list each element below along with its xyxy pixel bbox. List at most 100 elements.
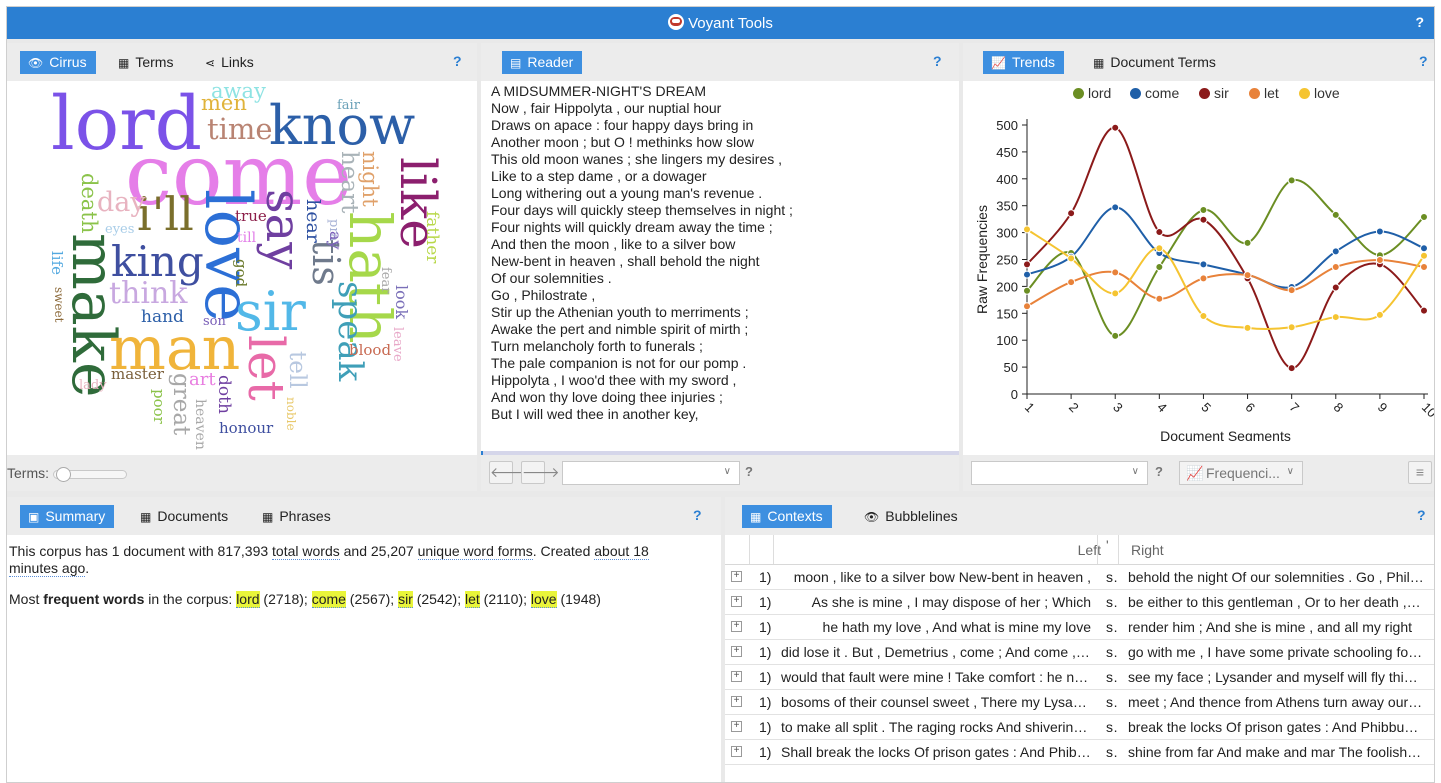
contexts-help-icon[interactable]: ?: [1417, 507, 1426, 523]
tab-bubblelines[interactable]: 👁 Bubblelines: [856, 505, 967, 528]
cloud-word-hear[interactable]: hear: [302, 199, 324, 243]
legend-item-love[interactable]: love: [1299, 85, 1340, 101]
reader-line: This old moon wanes ; she lingers my des…: [491, 151, 783, 167]
total-words-link[interactable]: total words: [272, 543, 340, 560]
legend-item-come[interactable]: come: [1130, 85, 1179, 101]
cloud-word-sweet[interactable]: sweet: [52, 287, 66, 322]
cloud-word-noble[interactable]: noble: [284, 397, 298, 431]
tab-links[interactable]: ⋖ Links: [197, 51, 263, 74]
summary-help-icon[interactable]: ?: [693, 507, 702, 523]
table-row[interactable]: +1) did lose it . But , Demetrius , come …: [725, 640, 1434, 665]
cloud-word-lady[interactable]: lady: [79, 379, 107, 392]
frequent-word-sir[interactable]: sir: [398, 591, 413, 608]
reader-line: A MIDSUMMER-NIGHT'S DREAM: [491, 83, 707, 99]
cloud-word-death[interactable]: death: [77, 173, 101, 233]
frequent-word-come[interactable]: come: [311, 591, 346, 608]
cloud-word-ay[interactable]: ay: [326, 231, 345, 250]
frequent-word-love[interactable]: love: [530, 591, 557, 608]
cloud-word-look[interactable]: look: [392, 285, 411, 319]
table-row[interactable]: +1) to make all split . The raging rocks …: [725, 715, 1434, 740]
expand-icon[interactable]: +: [731, 621, 742, 632]
chart-legend: lord come sir let love: [963, 81, 1434, 105]
cloud-word-say[interactable]: say: [255, 189, 311, 269]
cloud-word-night[interactable]: night: [358, 151, 382, 207]
terms-slider[interactable]: [53, 467, 127, 482]
previous-button[interactable]: 🡐: [489, 461, 528, 484]
tab-trends[interactable]: 📈 Trends: [983, 51, 1065, 74]
tab-document-terms[interactable]: ▦ Document Terms: [1085, 51, 1225, 74]
table-row[interactable]: +1) moon , like to a silver bow New-bent …: [725, 565, 1434, 590]
cloud-word-son[interactable]: son: [203, 315, 226, 328]
header-right[interactable]: Right: [1131, 542, 1164, 558]
legend-item-sir[interactable]: sir: [1199, 85, 1229, 101]
tab-documents[interactable]: ▦ Documents: [132, 505, 237, 528]
cloud-word-day[interactable]: day: [97, 189, 146, 216]
frequencies-select[interactable]: 📈 Frequenci... ∨: [1179, 461, 1303, 485]
header-term[interactable]: ': [1106, 537, 1109, 553]
table-row[interactable]: +1) As she is mine , I may dispose of her…: [725, 590, 1434, 615]
table-row[interactable]: +1) would that fault were mine ! Take com…: [725, 665, 1434, 690]
cloud-word-heart[interactable]: heart: [336, 151, 362, 213]
legend-item-let[interactable]: let: [1249, 85, 1279, 101]
data-point-let: [1067, 278, 1076, 287]
tab-phrases[interactable]: ▦ Phrases: [254, 505, 340, 528]
cloud-word-fear[interactable]: fear: [378, 267, 393, 293]
table-row[interactable]: +1) Shall break the locks Of prison gates…: [725, 740, 1434, 765]
cloud-word-speak[interactable]: speak: [330, 281, 370, 381]
tab-summary[interactable]: ▣ Summary: [20, 505, 115, 528]
cloud-word-master[interactable]: master: [111, 367, 164, 382]
tab-terms[interactable]: ▦ Terms: [110, 51, 182, 74]
data-point-lord: [1243, 238, 1252, 247]
y-tick-label: 450: [996, 145, 1018, 160]
menu-button[interactable]: ≡: [1408, 461, 1432, 484]
legend-item-lord[interactable]: lord: [1073, 85, 1111, 101]
expand-icon[interactable]: +: [731, 721, 742, 732]
reader-select-help[interactable]: ?: [745, 464, 753, 479]
cloud-word-life[interactable]: life: [48, 251, 66, 275]
expand-icon[interactable]: +: [731, 746, 742, 757]
cloud-word-great[interactable]: great: [168, 373, 194, 435]
data-point-love: [1331, 313, 1340, 322]
next-button[interactable]: 🡒: [521, 461, 560, 484]
trends-help-icon[interactable]: ?: [1419, 53, 1428, 69]
cloud-word-time[interactable]: time: [207, 115, 273, 144]
cirrus-help-icon[interactable]: ?: [453, 53, 462, 69]
table-row[interactable]: +1) bosoms of their counsel sweet , There…: [725, 690, 1434, 715]
cloud-word-sir[interactable]: sir: [235, 285, 306, 339]
reader-help-icon[interactable]: ?: [933, 53, 942, 69]
row-right-context: go with me , I have some private schooli…: [1128, 644, 1424, 660]
table-row[interactable]: +1) he hath my love , And what is mine my…: [725, 615, 1434, 640]
cloud-word-doth[interactable]: doth: [214, 375, 234, 414]
cloud-word-think[interactable]: think: [109, 279, 187, 309]
frequent-word-let[interactable]: let: [464, 591, 480, 608]
legend-swatch: [1249, 88, 1260, 99]
expand-icon[interactable]: +: [731, 696, 742, 707]
cloud-word-fair[interactable]: fair: [337, 99, 360, 112]
cloud-word-leave[interactable]: leave: [390, 327, 405, 362]
unique-words-link[interactable]: unique word forms: [417, 543, 533, 560]
frequent-word-lord[interactable]: lord: [236, 591, 260, 608]
reader-document-select[interactable]: ∨: [562, 461, 740, 485]
cloud-word-father[interactable]: father: [422, 211, 442, 263]
row-term: sh: [1106, 569, 1118, 585]
expand-icon[interactable]: +: [731, 596, 742, 607]
tab-contexts[interactable]: ▦ Contexts: [742, 505, 832, 528]
cloud-word-till[interactable]: till: [237, 231, 256, 245]
trends-select-help[interactable]: ?: [1155, 464, 1163, 479]
app-help-button[interactable]: ?: [1415, 14, 1424, 30]
cloud-word-poor[interactable]: poor: [150, 389, 168, 424]
cloud-word-heaven[interactable]: heaven: [192, 399, 208, 450]
expand-icon[interactable]: +: [731, 571, 742, 582]
terms-slider-thumb[interactable]: [56, 467, 71, 482]
cloud-word-honour[interactable]: honour: [219, 421, 273, 436]
cloud-word-away[interactable]: away: [211, 81, 266, 102]
expand-icon[interactable]: +: [731, 646, 742, 657]
tab-reader[interactable]: ▤ Reader: [502, 51, 583, 74]
trends-term-select[interactable]: ∨: [971, 461, 1148, 485]
cloud-word-blood[interactable]: blood: [349, 343, 391, 358]
cloud-word-tell[interactable]: tell: [284, 351, 310, 389]
reader-line: Stir up the Athenian youth to merriments…: [491, 304, 749, 320]
cloud-word-true[interactable]: true: [235, 209, 267, 224]
tab-cirrus[interactable]: 👁 Cirrus: [20, 51, 96, 74]
expand-icon[interactable]: +: [731, 671, 742, 682]
